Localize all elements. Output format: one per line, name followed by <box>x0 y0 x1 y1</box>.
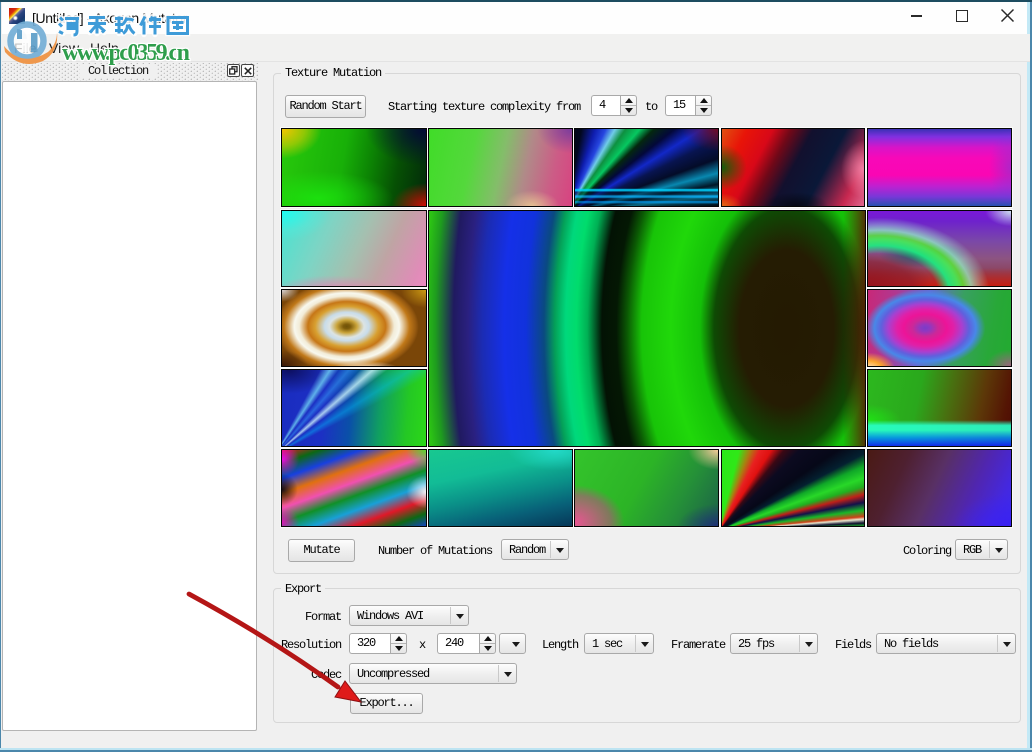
svg-text:www.pc0359.cn: www.pc0359.cn <box>62 40 190 66</box>
